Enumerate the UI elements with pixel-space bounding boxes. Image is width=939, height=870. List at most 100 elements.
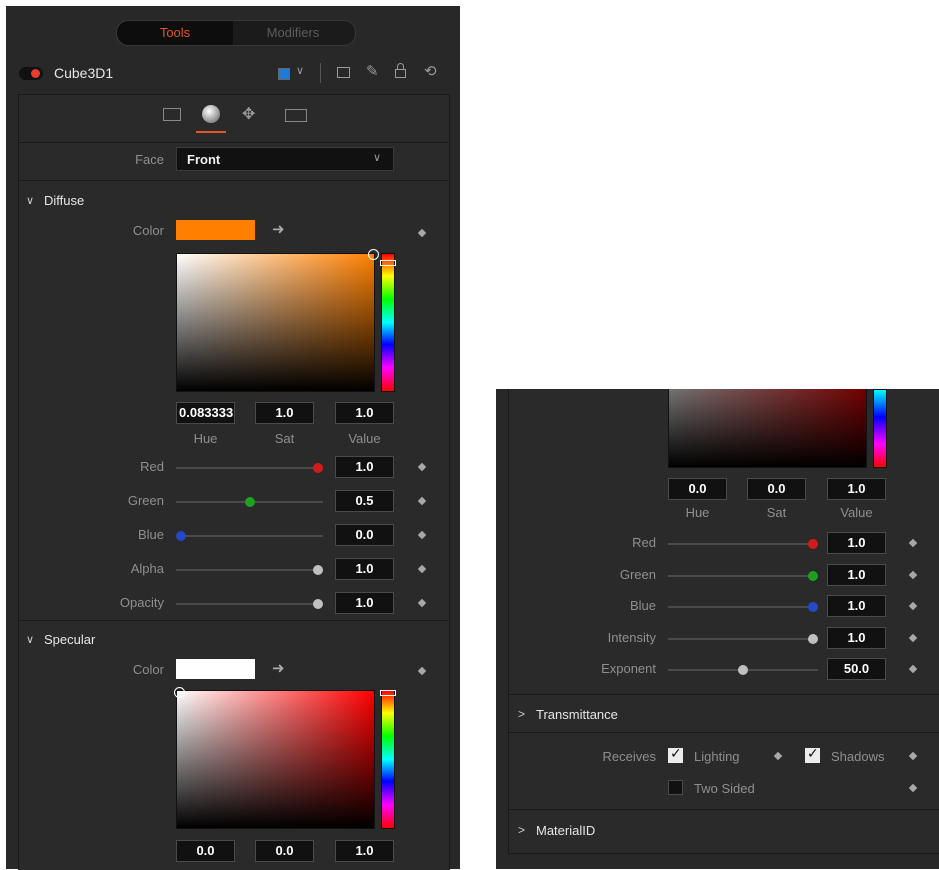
diffuse-section-header[interactable]: Diffuse [44,193,84,208]
pin-icon[interactable]: ✎ [366,62,379,80]
material-tab-icon[interactable] [202,105,220,123]
diffuse-value-input[interactable]: 1.0 [335,558,394,580]
controls-tab-icon[interactable] [163,108,181,121]
diffuse-slider-track[interactable] [176,467,323,469]
diffuse-slider-track[interactable] [176,535,323,537]
diffuse-slider-track[interactable] [176,603,323,605]
sat-label: Sat [274,431,295,446]
specular-value-input[interactable]: 1.0 [827,478,886,500]
diffuse-slider-handle[interactable] [313,463,323,473]
receives-label: Receives [602,749,656,764]
specular-value-input[interactable]: 50.0 [827,658,886,680]
materialid-section-header[interactable]: MaterialID [536,823,595,838]
diffuse-slider-label: Green [127,493,164,508]
specular-section-header[interactable]: Specular [44,632,95,647]
specular-sat-input[interactable]: 0.0 [747,478,806,500]
specular-value-input[interactable]: 1.0 [827,532,886,554]
specular-slider-handle[interactable] [738,665,748,675]
eyedropper-icon[interactable]: ➜ [272,220,285,238]
specular-slider-handle[interactable] [808,602,818,612]
diffuse-value-input[interactable]: 1.0 [335,592,394,614]
node-name: Cube3D1 [54,65,114,81]
specular-slider-track[interactable] [668,637,818,640]
sat-label: Sat [766,505,787,520]
eyedropper-icon[interactable]: ➜ [272,659,285,677]
specular-hue-input[interactable]: 0.0 [176,840,235,862]
diffuse-hue-strip[interactable] [381,253,395,392]
diffuse-color-swatch[interactable] [176,220,255,240]
specular-saturation-value-field[interactable] [668,389,867,468]
diffuse-slider-track[interactable] [176,569,323,571]
specular-saturation-value-field[interactable] [176,690,375,829]
diffuse-slider-label: Opacity [119,595,164,610]
specular-slider-label: Red [632,535,656,550]
transmittance-section-header[interactable]: Transmittance [536,707,618,722]
specular-slider-track[interactable] [668,574,818,577]
chevron-right-icon[interactable]: > [518,707,525,721]
lighting-label: Lighting [694,749,740,764]
chevron-down-icon: ∨ [372,152,381,164]
two-sided-checkbox[interactable] [668,780,683,795]
specular-slider-handle[interactable] [808,539,818,549]
version-icon[interactable] [337,67,350,78]
color-picker-handle[interactable] [368,249,379,260]
lock-shackle [397,63,404,70]
diffuse-slider-label: Blue [137,527,164,542]
specular-slider-track[interactable] [668,543,818,545]
specular-slider-label: Intensity [607,629,656,645]
color-picker-handle[interactable] [174,687,185,698]
specular-color-swatch[interactable] [176,659,255,679]
diffuse-slider-handle[interactable] [176,531,186,541]
inspector-panel-right: 0.0 0.0 1.0 Hue Sat Value Red 1.0 Green 1.0… [496,389,939,869]
diffuse-slider-label: Red [140,459,164,474]
face-dropdown[interactable]: Front ∨ [176,147,394,171]
chevron-right-icon[interactable]: > [518,823,525,837]
specular-sat-input[interactable]: 0.0 [255,840,314,862]
specular-value-input[interactable]: 1.0 [827,626,886,649]
tab-tools[interactable]: Tools [117,21,233,45]
tab-modifiers[interactable]: Modifiers [233,21,353,45]
diffuse-color-label: Color [132,223,164,238]
chevron-down-icon[interactable]: ∨ [296,64,304,77]
chevron-down-icon[interactable]: ∨ [26,633,34,646]
node-enable-toggle[interactable] [19,67,43,80]
face-label: Face [135,152,164,167]
specular-value-input[interactable]: 1.0 [827,595,886,617]
specular-slider-label: Blue [629,598,656,613]
diffuse-value-input[interactable]: 1.0 [335,402,394,424]
chevron-down-icon[interactable]: ∨ [26,194,34,207]
check-icon: ✓ [670,745,682,761]
node-color-button[interactable] [278,68,290,80]
shadows-label: Shadows [831,749,885,764]
diffuse-value-input[interactable]: 1.0 [335,456,394,478]
specular-slider-track[interactable] [668,606,818,608]
reset-icon[interactable]: ⟲ [424,62,437,80]
diffuse-value-input[interactable]: 0.0 [335,524,394,546]
value-label: Value [348,431,381,446]
specular-slider-handle[interactable] [808,633,818,644]
specular-value-input[interactable]: 1.0 [827,563,886,586]
diffuse-hue-input[interactable]: 0.083333 [176,402,235,424]
transform-tab-icon[interactable]: ✥ [242,104,255,124]
specular-slider-handle[interactable] [808,570,818,581]
diffuse-saturation-value-field[interactable] [176,253,375,392]
diffuse-sat-input[interactable]: 1.0 [255,402,314,424]
diffuse-slider-handle[interactable] [313,599,323,609]
face-dropdown-value: Front [187,152,221,167]
inspector-panel-left: Tools Modifiers Cube3D1 ∨ ✎ ⟲ ✥ Face Fro… [6,6,460,870]
specular-hue-strip[interactable] [873,389,887,468]
value-label: Value [840,505,873,520]
specular-value-input[interactable]: 1.0 [335,840,394,862]
specular-color-label: Color [132,662,164,677]
hue-strip-handle[interactable] [380,690,396,696]
settings-tab-icon[interactable] [285,109,307,122]
diffuse-slider-label: Alpha [130,561,164,576]
specular-hue-strip[interactable] [381,690,395,829]
diffuse-slider-handle[interactable] [313,565,323,575]
lock-icon[interactable] [395,69,406,78]
check-icon: ✓ [807,745,819,761]
diffuse-value-input[interactable]: 0.5 [335,490,394,512]
hue-strip-handle[interactable] [380,260,396,266]
specular-hue-input[interactable]: 0.0 [668,478,727,500]
diffuse-slider-handle[interactable] [244,497,255,507]
